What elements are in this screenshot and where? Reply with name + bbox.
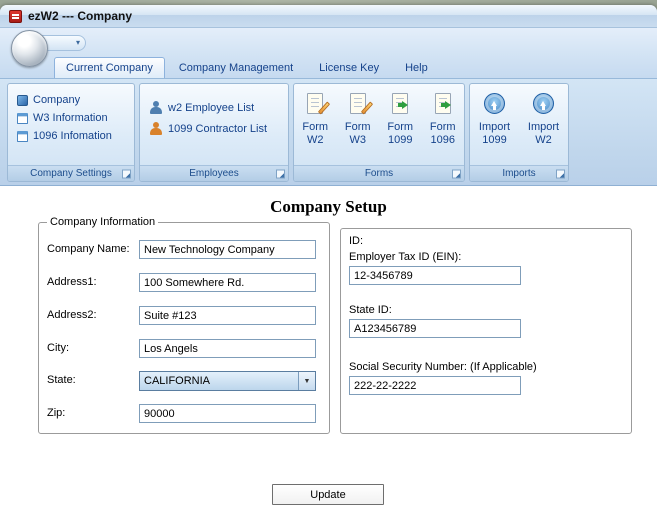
address2-label: Address2: (47, 309, 97, 321)
id-group: ID: Employer Tax ID (EIN): State ID: Soc… (340, 228, 632, 434)
form-1099-icon (392, 90, 409, 117)
form-w2-label-line1: Form (302, 121, 329, 133)
ribbon: Company W3 Information 1096 Infomation C… (0, 78, 657, 186)
company-name-label: Company Name: (47, 243, 130, 255)
company-information-legend: Company Information (47, 216, 159, 228)
import-1099-label-line1: Import (478, 121, 511, 133)
group-caption-imports: Imports (470, 165, 568, 181)
1096-information-button[interactable]: 1096 Infomation (8, 127, 134, 145)
page-title: Company Setup (270, 197, 387, 216)
imports-dialog-launcher-icon[interactable] (556, 169, 565, 178)
screen: ezW2 --- Company ▾ Current Company Compa… (0, 0, 657, 528)
quick-access-toolbar: ▾ (42, 35, 86, 51)
window-title: ezW2 --- Company (28, 9, 133, 23)
w3-information-button[interactable]: W3 Information (8, 109, 134, 127)
forms-dialog-launcher-icon[interactable] (452, 169, 461, 178)
state-select-value: CALIFORNIA (144, 375, 211, 387)
ribbon-group-imports: Import 1099 Import W2 Imports (469, 83, 569, 182)
ribbon-tabs: Current Company Company Management Licen… (54, 55, 440, 78)
tab-current-company[interactable]: Current Company (54, 57, 165, 78)
company-settings-dialog-launcher-icon[interactable] (122, 169, 131, 178)
import-w2-label-line1: Import (527, 121, 560, 133)
import-w2-button[interactable]: Import W2 (519, 84, 568, 165)
import-1099-icon (484, 90, 505, 117)
form-w2-button[interactable]: Form W2 (294, 84, 337, 165)
application-menu-button[interactable] (11, 30, 48, 67)
import-1099-label-line2: 1099 (482, 134, 507, 146)
employees-dialog-launcher-icon[interactable] (276, 169, 285, 178)
form-w3-label-line1: Form (344, 121, 371, 133)
contractor-person-icon (149, 122, 163, 135)
tab-license-key[interactable]: License Key (307, 57, 391, 78)
address1-input[interactable] (139, 273, 316, 292)
w3-information-label: W3 Information (33, 112, 108, 124)
content-area: Company Setup Company Information Compan… (0, 186, 657, 528)
form-1096-button[interactable]: Form 1096 (422, 84, 465, 165)
group-caption-forms: Forms (294, 165, 464, 181)
city-label: City: (47, 342, 69, 354)
state-label: State: (47, 374, 76, 386)
form-1096-label-line1: Form (429, 121, 456, 133)
state-select-dropdown-icon[interactable]: ▼ (298, 372, 315, 390)
w2-employee-list-button[interactable]: w2 Employee List (140, 97, 288, 118)
ssn-input[interactable] (349, 376, 521, 395)
group-label-employees: Employees (189, 168, 239, 179)
form-w3-icon (349, 90, 373, 117)
group-label-imports: Imports (502, 168, 536, 179)
state-id-input[interactable] (349, 319, 521, 338)
ribbon-header: ▾ Current Company Company Management Lic… (0, 28, 657, 78)
ribbon-group-employees: w2 Employee List 1099 Contractor List Em… (139, 83, 289, 182)
state-select[interactable]: CALIFORNIA ▼ (139, 371, 316, 391)
zip-label: Zip: (47, 407, 66, 419)
import-w2-label-line2: W2 (535, 134, 552, 146)
company-button[interactable]: Company (8, 91, 134, 109)
ssn-label: Social Security Number: (If Applicable) (349, 361, 537, 373)
tab-help[interactable]: Help (393, 57, 440, 78)
company-information-group: Company Information Company Name: Addres… (38, 216, 330, 434)
group-caption-employees: Employees (140, 165, 288, 181)
1096-information-icon (17, 130, 28, 142)
ribbon-group-forms: Form W2 Form W3 Form 1099 Form 1096 Form… (293, 83, 465, 182)
w3-information-icon (17, 112, 28, 124)
import-1099-button[interactable]: Import 1099 (470, 84, 519, 165)
app-window: ezW2 --- Company ▾ Current Company Compa… (0, 5, 657, 528)
company-button-label: Company (33, 94, 81, 106)
w2-employee-list-label: w2 Employee List (168, 101, 255, 114)
form-1099-button[interactable]: Form 1099 (379, 84, 422, 165)
group-label-company-settings: Company Settings (30, 168, 112, 179)
address2-input[interactable] (139, 306, 316, 325)
form-1099-label-line1: Form (387, 121, 414, 133)
import-w2-icon (533, 90, 554, 117)
1099-contractor-list-label: 1099 Contractor List (168, 122, 268, 135)
group-label-forms: Forms (364, 168, 394, 179)
form-1099-label-line2: 1099 (388, 134, 413, 146)
qat-dropdown-icon[interactable]: ▾ (76, 39, 80, 47)
group-caption-company-settings: Company Settings (8, 165, 134, 181)
1096-information-label: 1096 Infomation (33, 130, 112, 142)
tab-company-management[interactable]: Company Management (167, 57, 305, 78)
company-name-input[interactable] (139, 240, 316, 259)
form-w3-button[interactable]: Form W3 (337, 84, 380, 165)
form-1096-icon (434, 90, 451, 117)
state-id-label: State ID: (349, 304, 392, 316)
update-button[interactable]: Update (272, 484, 384, 505)
form-w3-label-line2: W3 (349, 134, 367, 146)
address1-label: Address1: (47, 276, 97, 288)
title-bar: ezW2 --- Company (0, 5, 657, 28)
company-icon (17, 94, 28, 106)
city-input[interactable] (139, 339, 316, 358)
ein-input[interactable] (349, 266, 521, 285)
ribbon-group-company-settings: Company W3 Information 1096 Infomation C… (7, 83, 135, 182)
id-section-heading: ID: (349, 235, 364, 247)
employee-person-icon (149, 101, 163, 114)
ein-label: Employer Tax ID (EIN): (349, 251, 462, 263)
form-w2-icon (307, 90, 331, 117)
1099-contractor-list-button[interactable]: 1099 Contractor List (140, 118, 288, 139)
form-1096-label-line2: 1096 (430, 134, 455, 146)
app-icon (9, 9, 22, 23)
zip-input[interactable] (139, 404, 316, 423)
form-w2-label-line2: W2 (307, 134, 324, 146)
